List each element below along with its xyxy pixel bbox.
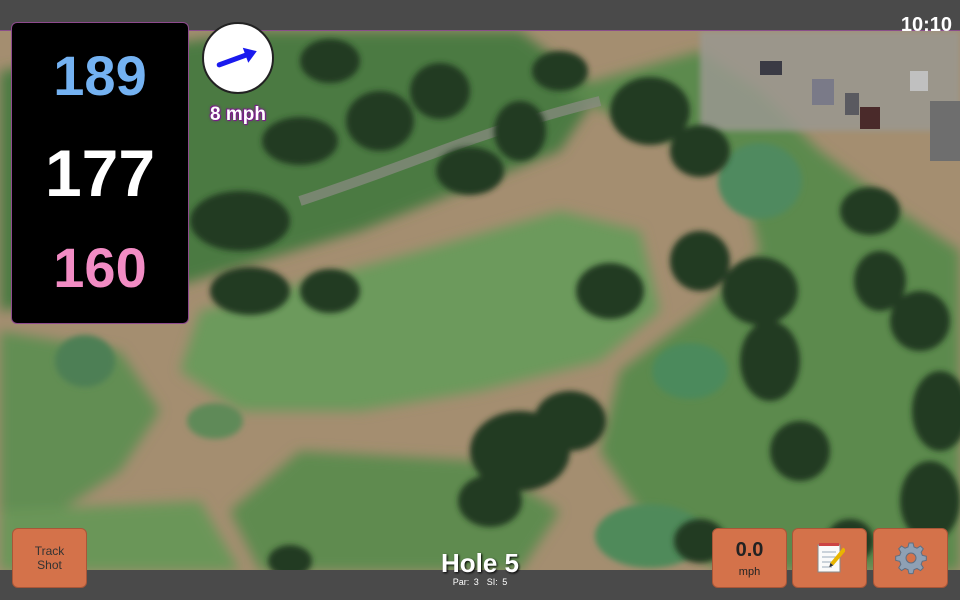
wind-direction-indicator [202,22,274,94]
notes-button[interactable] [792,528,867,588]
arrow-east-northeast-icon [216,47,257,68]
settings-button[interactable] [873,528,948,588]
hole-details: Par: 3 SI: 5 [380,577,580,587]
gear-icon [894,542,927,575]
distance-panel: 189 177 160 [11,22,189,324]
distance-back: 189 [53,44,147,107]
track-shot-label: Track Shot [34,544,65,572]
distance-front: 160 [53,236,147,299]
wind-speed-label: 8 mph [210,104,266,125]
hole-title: Hole 5 [440,548,520,578]
speed-button[interactable]: 0.0 mph [712,528,787,588]
hole-par: Par: 3 [452,577,479,587]
notepad-icon [817,543,845,573]
hole-si: SI: 5 [486,577,508,587]
app-screen: 10:10 189 177 160 8 mph Track Shot Hole … [0,0,960,600]
speed-unit: mph [738,566,761,578]
clock: 10:10 [900,14,952,36]
speed-value: 0.0 [735,539,764,561]
track-shot-button[interactable]: Track Shot [12,528,87,588]
distance-middle: 177 [44,136,156,210]
